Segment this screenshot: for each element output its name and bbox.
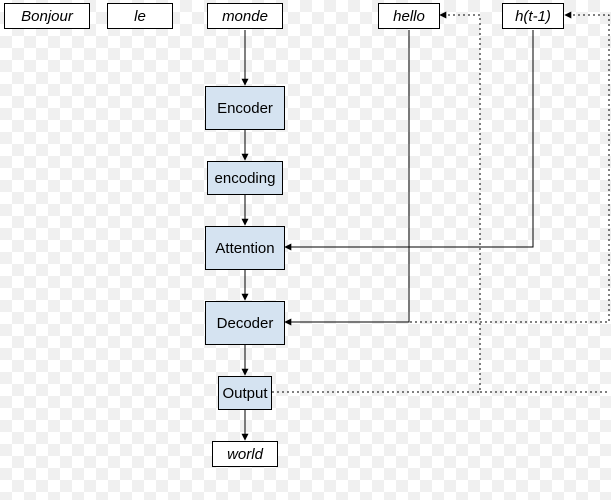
attention-block: Attention — [205, 226, 285, 270]
output-world: world — [212, 441, 278, 467]
input-monde: monde — [207, 3, 283, 29]
input-le: le — [107, 3, 173, 29]
encoder-block: Encoder — [205, 86, 285, 130]
encoding-block: encoding — [207, 161, 283, 195]
diagram-canvas: Bonjour le monde hello h(t-1) Encoder en… — [0, 0, 611, 500]
input-bonjour: Bonjour — [4, 3, 90, 29]
input-hprev: h(t-1) — [502, 3, 564, 29]
decoder-block: Decoder — [205, 301, 285, 345]
edges-layer — [0, 0, 611, 500]
input-hello: hello — [378, 3, 440, 29]
output-block: Output — [218, 376, 272, 410]
